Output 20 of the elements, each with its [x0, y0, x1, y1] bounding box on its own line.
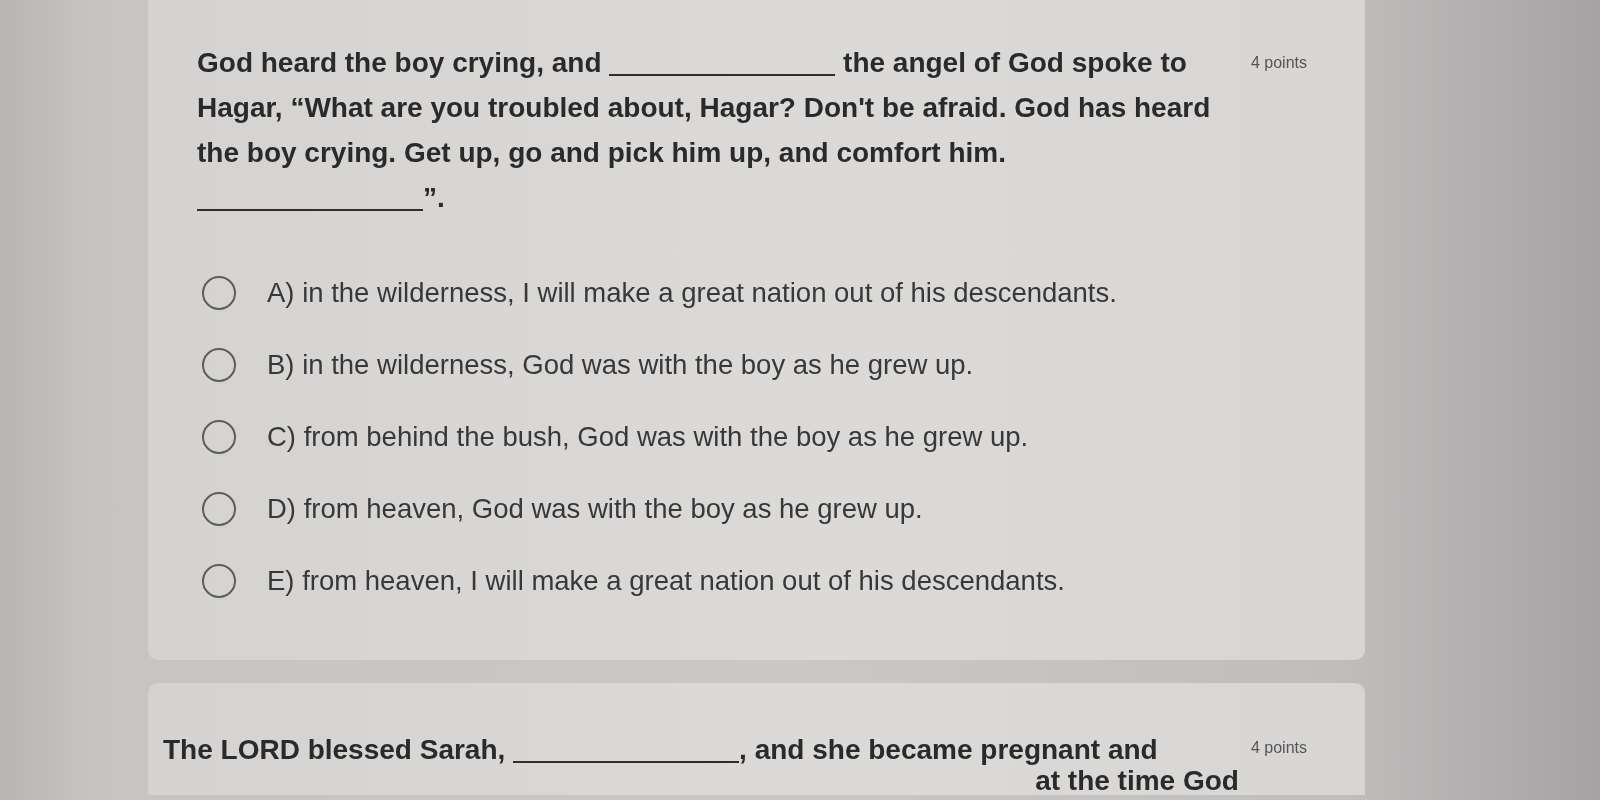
question-text: , and she became pregnant and [739, 734, 1158, 765]
question-text: the boy crying. Get up, go and pick him up, and comfort him. [197, 137, 1006, 168]
option-label[interactable]: C) from behind the bush, God was with the boy as he grew up. [267, 421, 1029, 453]
radio-button[interactable] [202, 276, 236, 310]
option-label[interactable]: A) in the wilderness, I will make a great nation out of his descendants. [267, 277, 1117, 309]
question-text: Hagar, “What are you troubled about, Hagar? Don't be afraid. God has heard [197, 92, 1211, 123]
radio-button[interactable] [202, 348, 236, 382]
question-text: ”. [423, 182, 445, 213]
question-text: at the time God [1035, 765, 1239, 796]
points-label: 4 points [1250, 738, 1307, 758]
question-text: The LORD blessed Sarah, [163, 734, 507, 765]
question-text: the angel of God spoke to [842, 47, 1187, 78]
option-label[interactable]: E) from heaven, I will make a great nation out of his descendants. [267, 565, 1065, 597]
option-label[interactable]: D) from heaven, God was with the boy as he grew up. [267, 493, 923, 525]
radio-button[interactable] [202, 564, 236, 598]
option-label[interactable]: B) in the wilderness, God was with the boy as he grew up. [267, 349, 974, 381]
radio-button[interactable] [202, 492, 236, 526]
radio-button[interactable] [202, 420, 236, 454]
points-label: 4 points [1250, 53, 1307, 73]
question-text: God heard the boy crying, and [197, 47, 603, 78]
